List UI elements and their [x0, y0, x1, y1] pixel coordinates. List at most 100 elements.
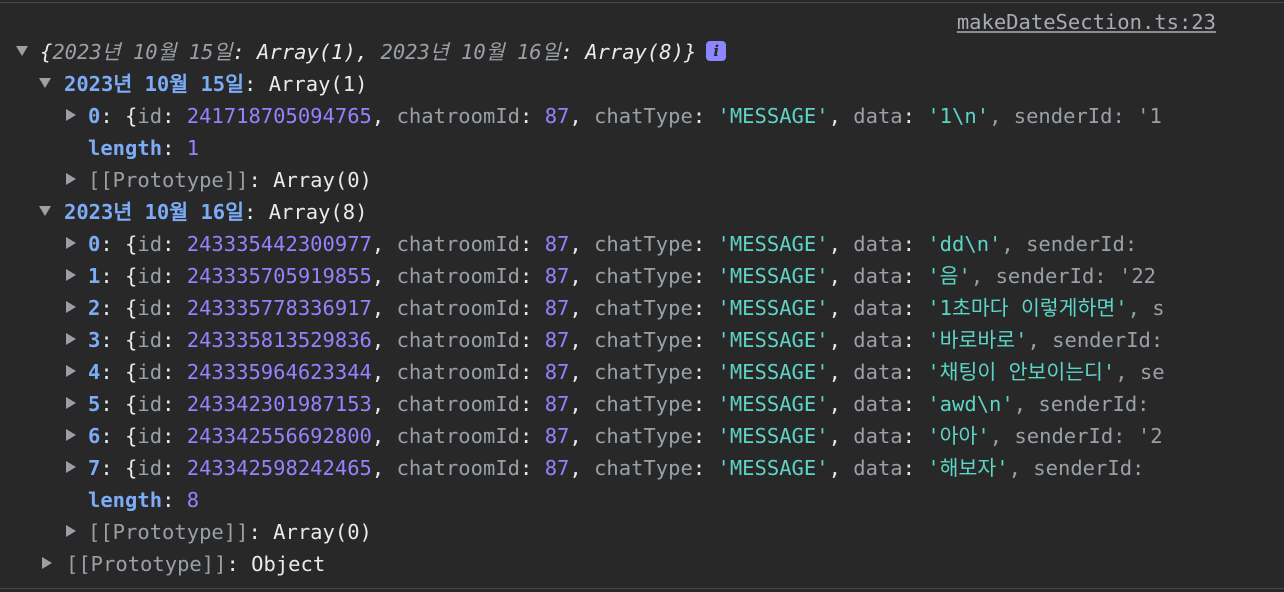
prop-name: data — [853, 360, 903, 384]
prop-name: chatroomId — [396, 392, 520, 416]
punct: , — [569, 232, 595, 256]
colon: : — [162, 488, 187, 512]
length-value: 8 — [186, 488, 200, 512]
expand-arrow-icon[interactable] — [40, 548, 54, 580]
expand-arrow-icon[interactable] — [64, 452, 78, 484]
prop-name: data — [853, 296, 903, 320]
group-row[interactable]: 2023년 10월 15일: Array(1) — [0, 68, 1284, 100]
prop-name: id — [137, 232, 163, 256]
item-tail: , senderId: — [1013, 392, 1150, 416]
expand-arrow-icon[interactable] — [64, 228, 78, 260]
item-chatroom-id: 87 — [544, 360, 570, 384]
prop-name: chatroomId — [396, 104, 520, 128]
summary-key-1: 2023년 10월 15일 — [52, 40, 233, 64]
prop-name: id — [137, 360, 163, 384]
punct: , — [569, 264, 595, 288]
punct: , — [371, 296, 397, 320]
item-tail: , senderId: '22 — [970, 264, 1157, 288]
prop-name: chatroomId — [396, 232, 520, 256]
punct: , — [828, 456, 854, 480]
length-key: length — [88, 136, 163, 160]
punct: : { — [100, 456, 138, 480]
expand-arrow-icon[interactable] — [64, 164, 78, 196]
expand-arrow-icon[interactable] — [64, 324, 78, 356]
item-tail: , senderId: — [1001, 232, 1138, 256]
prototype-key: [[Prototype]] — [66, 552, 227, 576]
prototype-row[interactable]: [[Prototype]]: Array(0) — [0, 516, 1284, 548]
punct: : — [162, 232, 187, 256]
punct: : — [520, 424, 545, 448]
bottom-divider — [0, 588, 1284, 589]
punct: , — [569, 296, 595, 320]
expand-arrow-icon[interactable] — [64, 420, 78, 452]
root-object-row[interactable]: {2023년 10월 15일: Array(1), 2023년 10월 16일:… — [0, 36, 1284, 68]
prop-name: id — [137, 296, 163, 320]
punct: : — [520, 232, 545, 256]
item-chatroom-id: 87 — [544, 392, 570, 416]
source-link[interactable]: makeDateSection.ts:23 — [957, 10, 1216, 34]
prop-name: chatType — [594, 424, 693, 448]
item-chat-type: 'MESSAGE' — [717, 264, 829, 288]
punct: : — [902, 232, 928, 256]
expand-arrow-icon[interactable] — [64, 388, 78, 420]
array-item-row[interactable]: 4: {id: 243335964623344, chatroomId: 87,… — [0, 356, 1284, 388]
expand-arrow-icon[interactable] — [64, 100, 78, 132]
item-chat-type: 'MESSAGE' — [717, 392, 829, 416]
prototype-row[interactable]: [[Prototype]]: Array(0) — [0, 164, 1284, 196]
item-id: 243335705919855 — [186, 264, 372, 288]
prop-name: chatroomId — [396, 456, 520, 480]
punct: , — [828, 264, 854, 288]
array-item-row[interactable]: 5: {id: 243342301987153, chatroomId: 87,… — [0, 388, 1284, 420]
expand-arrow-icon[interactable] — [64, 356, 78, 388]
item-chat-type: 'MESSAGE' — [717, 360, 829, 384]
collapse-arrow-icon[interactable] — [38, 196, 52, 228]
array-item-row[interactable]: 6: {id: 243342556692800, chatroomId: 87,… — [0, 420, 1284, 452]
item-index: 7 — [88, 456, 101, 480]
item-chatroom-id: 87 — [544, 456, 570, 480]
expand-arrow-icon[interactable] — [15, 36, 29, 68]
item-id: 243335964623344 — [186, 360, 372, 384]
prop-name: id — [137, 104, 163, 128]
punct: , — [828, 296, 854, 320]
expand-arrow-icon[interactable] — [64, 260, 78, 292]
array-item-row[interactable]: 0: {id: 241718705094765, chatroomId: 87,… — [0, 100, 1284, 132]
array-item-row[interactable]: 3: {id: 243335813529836, chatroomId: 87,… — [0, 324, 1284, 356]
array-item-row[interactable]: 7: {id: 243342598242465, chatroomId: 87,… — [0, 452, 1284, 484]
punct: : — [162, 328, 187, 352]
punct: , — [371, 328, 397, 352]
prop-name: id — [137, 264, 163, 288]
punct: : — [692, 424, 718, 448]
expand-arrow-icon[interactable] — [64, 516, 78, 548]
item-index: 2 — [88, 296, 101, 320]
root-prototype-row[interactable]: [[Prototype]]: Object — [0, 548, 1284, 580]
collapse-arrow-icon[interactable] — [38, 68, 52, 100]
prop-name: id — [137, 392, 163, 416]
item-id: 243335813529836 — [186, 328, 372, 352]
item-chat-type: 'MESSAGE' — [717, 456, 829, 480]
item-tail: , senderId: — [1008, 456, 1145, 480]
length-value: 1 — [186, 136, 200, 160]
array-item-row[interactable]: 0: {id: 243335442300977, chatroomId: 87,… — [0, 228, 1284, 260]
item-index: 0 — [88, 104, 101, 128]
punct: : — [902, 456, 928, 480]
summary-key-2: 2023년 10월 16일 — [380, 40, 561, 64]
punct: : — [902, 424, 928, 448]
array-item-row[interactable]: 2: {id: 243335778336917, chatroomId: 87,… — [0, 292, 1284, 324]
item-data: '바로바로' — [927, 328, 1028, 352]
punct: : — [902, 264, 928, 288]
punct: : — [692, 264, 718, 288]
length-key: length — [88, 488, 163, 512]
colon: : — [248, 168, 274, 192]
info-icon[interactable]: i — [706, 41, 727, 61]
punct: : — [520, 296, 545, 320]
array-item-row[interactable]: 1: {id: 243335705919855, chatroomId: 87,… — [0, 260, 1284, 292]
item-data: '채팅이 안보이는디' — [927, 360, 1116, 384]
prop-name: data — [853, 264, 903, 288]
punct: : { — [100, 360, 138, 384]
prototype-value: Array(0) — [273, 520, 372, 544]
item-tail: , senderId: '1 — [989, 104, 1162, 128]
punct: : — [692, 360, 718, 384]
punct: , — [569, 456, 595, 480]
expand-arrow-icon[interactable] — [64, 292, 78, 324]
group-row[interactable]: 2023년 10월 16일: Array(8) — [0, 196, 1284, 228]
